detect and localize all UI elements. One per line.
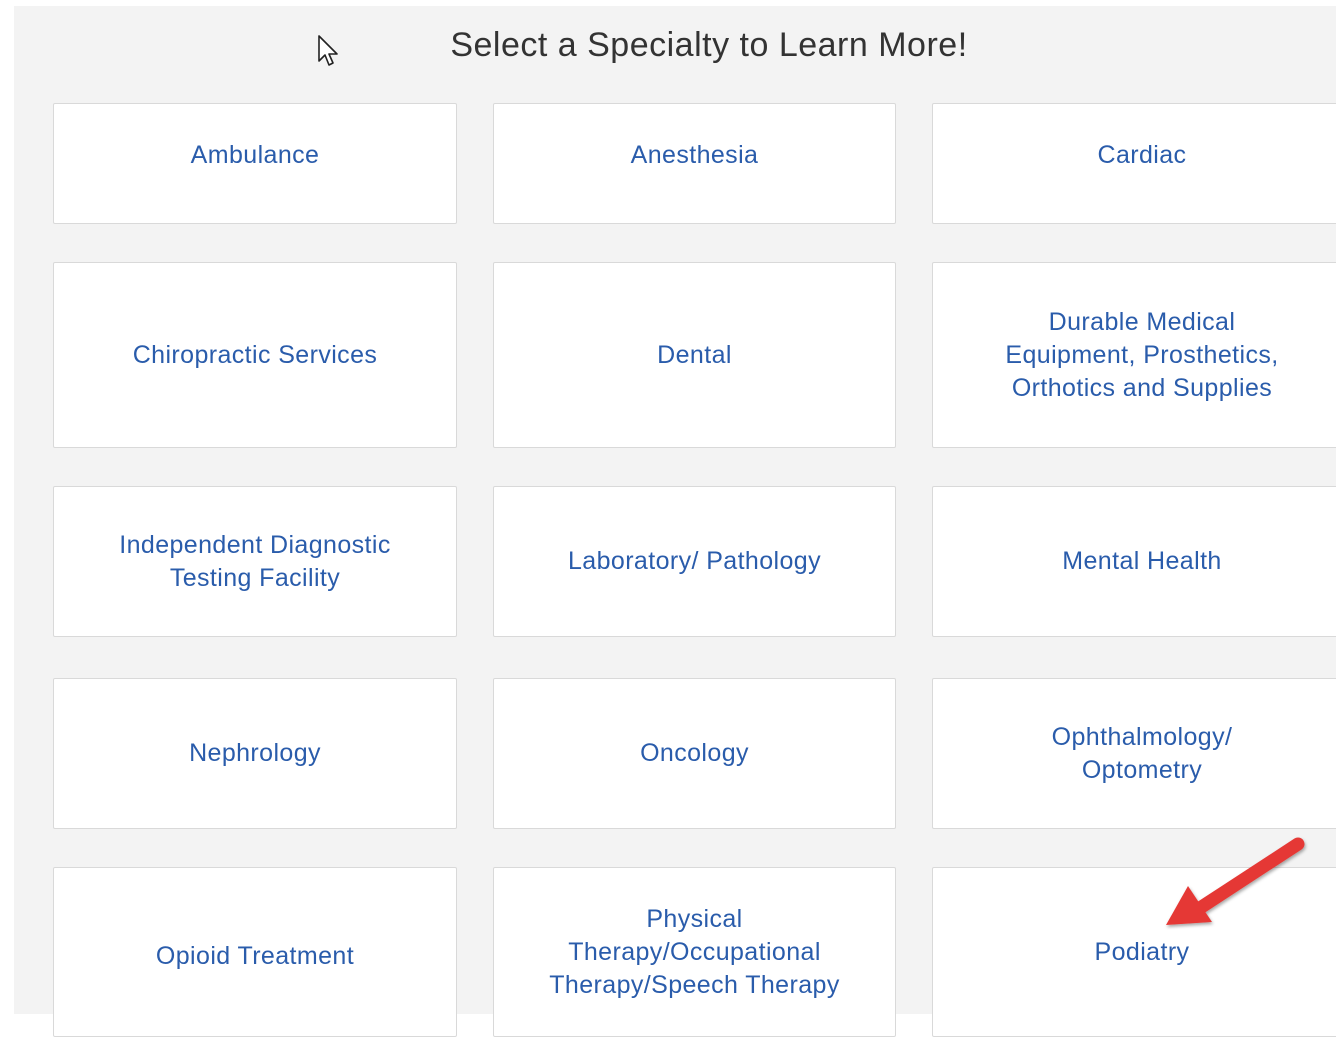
specialty-label: Physical Therapy/Occupational Therapy/Sp… xyxy=(549,904,840,999)
mouse-pointer-icon xyxy=(318,35,338,66)
specialty-card-nephrology[interactable]: Nephrology xyxy=(53,678,457,829)
specialty-card-ophthalmology-optometry[interactable]: Ophthalmology/ Optometry xyxy=(932,678,1336,829)
specialty-label: Independent Diagnostic Testing Facility xyxy=(119,530,391,592)
red-arrow-icon xyxy=(1166,837,1305,925)
specialty-card-durable-medical-equipment[interactable]: Durable Medical Equipment, Prosthetics, … xyxy=(932,262,1336,448)
specialty-label: Ambulance xyxy=(190,141,320,169)
specialty-card-cardiac[interactable]: Cardiac xyxy=(932,103,1336,224)
page-title: Select a Specialty to Learn More! xyxy=(450,26,968,64)
specialty-label: Dental xyxy=(657,340,732,369)
specialty-label: Podiatry xyxy=(1094,937,1190,966)
specialty-card-laboratory-pathology[interactable]: Laboratory/ Pathology xyxy=(493,486,896,637)
specialty-card-mental-health[interactable]: Mental Health xyxy=(932,486,1336,637)
specialty-label: Chiropractic Services xyxy=(132,340,378,369)
specialty-label: Anesthesia xyxy=(630,141,759,169)
specialty-card-opioid-treatment[interactable]: Opioid Treatment xyxy=(53,867,457,1037)
specialty-card-anesthesia[interactable]: Anesthesia xyxy=(493,103,896,224)
specialty-label: Nephrology xyxy=(189,739,321,767)
specialty-card-chiropractic-services[interactable]: Chiropractic Services xyxy=(53,262,457,448)
specialty-label: Durable Medical Equipment, Prosthetics, … xyxy=(1005,307,1279,402)
specialty-label: Cardiac xyxy=(1097,141,1187,169)
specialty-card-dental[interactable]: Dental xyxy=(493,262,896,448)
specialty-label: Mental Health xyxy=(1062,547,1222,575)
specialty-card-oncology[interactable]: Oncology xyxy=(493,678,896,829)
specialty-label: Ophthalmology/ Optometry xyxy=(1051,722,1233,784)
specialty-label: Oncology xyxy=(640,739,749,767)
specialty-card-physical-occupational-speech-therapy[interactable]: Physical Therapy/Occupational Therapy/Sp… xyxy=(493,867,896,1037)
specialty-card-ambulance[interactable]: Ambulance xyxy=(53,103,457,224)
specialty-card-independent-diagnostic-testing[interactable]: Independent Diagnostic Testing Facility xyxy=(53,486,457,637)
specialty-label: Laboratory/ Pathology xyxy=(567,547,821,575)
specialty-label: Opioid Treatment xyxy=(155,941,355,970)
